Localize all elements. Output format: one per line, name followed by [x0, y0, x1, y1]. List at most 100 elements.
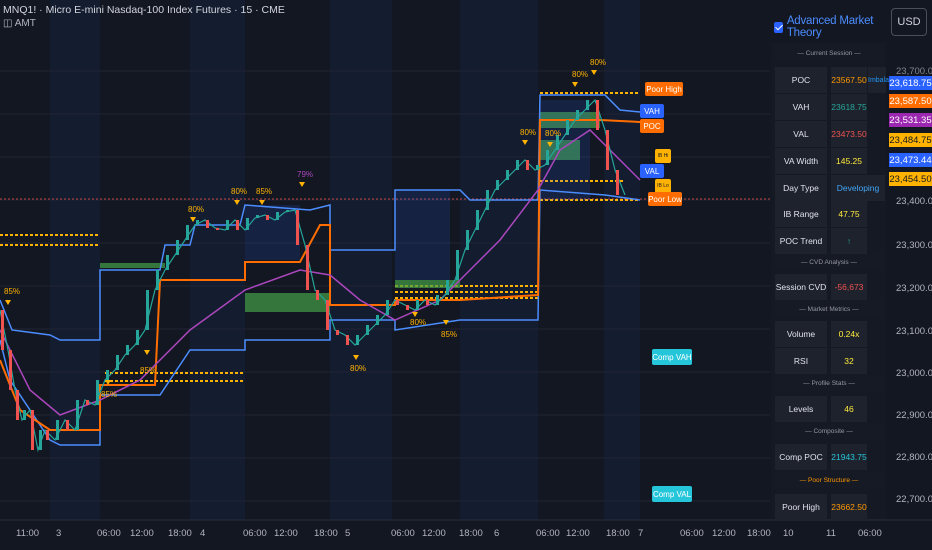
candle — [436, 295, 439, 305]
time-tick: 12:00 — [274, 528, 298, 539]
row-value: 145.25 — [831, 148, 867, 174]
time-tick: 10 — [783, 528, 794, 539]
candle — [596, 100, 599, 130]
price-tick: 23,200.00 — [896, 283, 932, 294]
price-label-purple: 23,531.35 — [889, 113, 932, 127]
poc-tag[interactable]: POC — [640, 119, 664, 133]
currency-button[interactable]: USD — [891, 8, 927, 36]
candle — [31, 410, 34, 450]
row-value: 0.24x — [831, 321, 867, 347]
row-value: 46 — [831, 396, 867, 422]
row-day-type: Day Type Developing — [771, 175, 886, 201]
candle — [376, 315, 379, 325]
time-tick: 6 — [494, 528, 500, 539]
row-label: Comp POC — [775, 444, 827, 470]
candle — [406, 305, 409, 310]
session-band — [460, 0, 538, 520]
time-tick: 06:00 — [858, 528, 882, 539]
candle — [1, 310, 4, 350]
comp-vah-tag[interactable]: Comp VAH — [652, 349, 692, 365]
marker-triangle — [5, 300, 11, 305]
candle — [39, 430, 42, 450]
pct-label: 79% — [297, 170, 314, 179]
poor-low-tag[interactable]: Poor Low — [648, 192, 682, 206]
candle — [126, 345, 129, 355]
candle — [536, 165, 539, 170]
candle — [276, 212, 279, 220]
row-label: Day Type — [775, 175, 827, 201]
profile-area — [245, 205, 300, 260]
pct-label: 80% — [590, 58, 607, 67]
section-composite: — Composite — — [775, 423, 883, 439]
row-value: ↑ — [831, 228, 867, 254]
candle — [366, 325, 369, 335]
row-label: POC — [775, 67, 827, 93]
marker-triangle — [299, 182, 305, 187]
time-tick: 06:00 — [391, 528, 415, 539]
candle — [256, 215, 259, 218]
ib-lo-tag[interactable]: IB Lo — [655, 179, 671, 193]
pct-label: 80% — [188, 205, 205, 214]
section-cvd-analysis: — CVD Analysis — — [775, 254, 883, 270]
indicator-legend[interactable]: ◫ AMT — [3, 17, 285, 31]
candle — [236, 220, 239, 230]
candle — [466, 230, 469, 250]
candle — [196, 220, 199, 225]
row-label: VAH — [775, 94, 827, 120]
profile-area — [395, 190, 450, 280]
row-value: -56,673 — [831, 274, 867, 300]
candle — [186, 225, 189, 240]
candle — [456, 250, 459, 280]
session-band — [330, 0, 392, 520]
time-tick: 5 — [345, 528, 351, 539]
time-tick: 06:00 — [680, 528, 704, 539]
row-label: Volume — [775, 321, 827, 347]
row-value: 23662.50 — [831, 494, 867, 520]
candle — [9, 350, 12, 390]
candle — [606, 130, 609, 170]
val-tag[interactable]: VAL — [640, 164, 664, 178]
candle — [386, 300, 389, 315]
ib-hi-tag[interactable]: IB Hi — [655, 149, 671, 163]
session-band — [604, 0, 640, 520]
candle — [586, 100, 589, 110]
candle — [316, 290, 319, 300]
candle — [546, 150, 549, 165]
row-session-cvd: Session CVD -56,673 — [771, 274, 886, 300]
pct-label: 80% — [410, 318, 427, 327]
pct-label: 85% — [4, 287, 21, 296]
candle — [336, 330, 339, 335]
section-market-metrics: — Market Metrics — — [775, 301, 883, 317]
price-tick: 22,700.00 — [896, 494, 932, 505]
vah-tag[interactable]: VAH — [640, 104, 664, 118]
marker-triangle — [591, 70, 597, 75]
row-label: Poor High — [775, 494, 827, 520]
row-poc-trend: POC Trend ↑ — [771, 228, 886, 254]
candle — [526, 160, 529, 170]
candle — [476, 210, 479, 230]
candle — [286, 210, 289, 212]
row-poor-high: Poor High 23662.50 — [771, 494, 886, 520]
time-tick: 12:00 — [566, 528, 590, 539]
time-tick: 06:00 — [243, 528, 267, 539]
candle — [486, 190, 489, 210]
time-tick: 18:00 — [459, 528, 483, 539]
marker-triangle — [412, 312, 418, 317]
candle — [246, 218, 249, 230]
symbol-title[interactable]: MNQ1! · Micro E-mini Nasdaq-100 Index Fu… — [3, 4, 285, 16]
session-band — [190, 0, 245, 520]
time-tick: 7 — [638, 528, 644, 539]
candle — [86, 400, 89, 405]
candle — [426, 300, 429, 305]
candle — [506, 170, 509, 180]
comp-val-tag[interactable]: Comp VAL — [652, 486, 692, 502]
candle — [226, 220, 229, 230]
candle — [296, 210, 299, 245]
candle — [206, 220, 209, 228]
candle — [46, 430, 49, 440]
section-profile-stats: — Profile Stats — — [775, 375, 883, 391]
poor-high-tag[interactable]: Poor High — [645, 82, 683, 96]
row-va-width: VA Width 145.25 — [771, 148, 886, 174]
time-tick: 11 — [826, 528, 836, 539]
candle — [266, 215, 269, 220]
